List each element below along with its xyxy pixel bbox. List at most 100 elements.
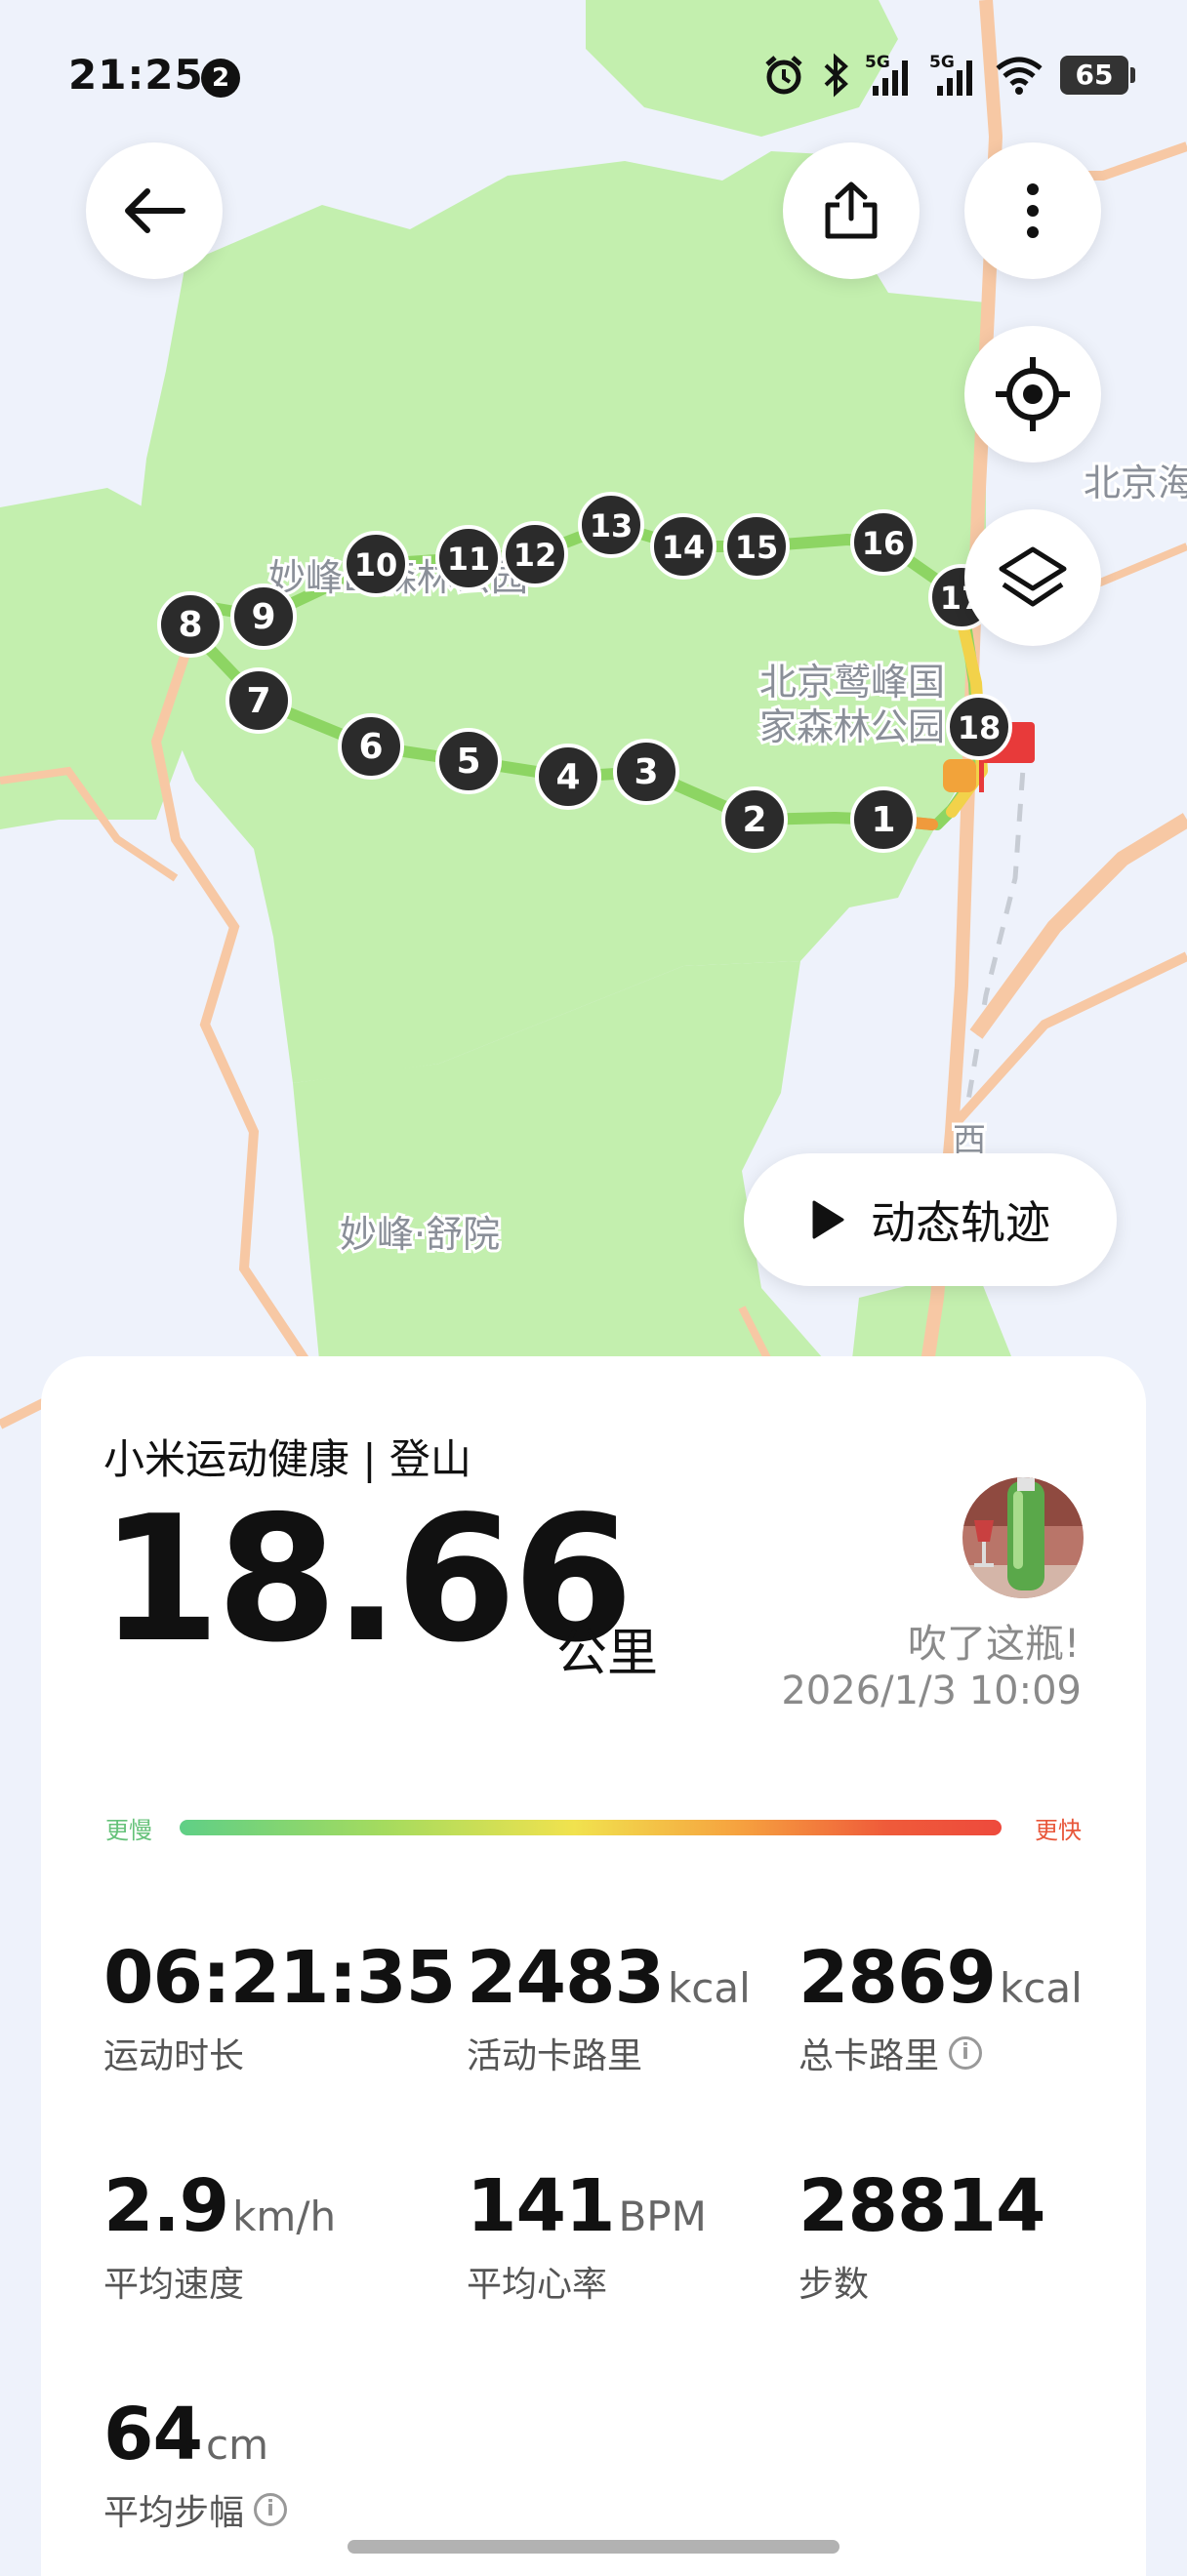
distance-unit: 公里 [556, 1625, 659, 1683]
km-marker-label: 18 [958, 709, 1002, 746]
km-marker-7: 7 [225, 667, 292, 734]
km-marker-label: 1 [871, 800, 895, 840]
map-label-shuyuan: 妙峰·舒院 [340, 1213, 500, 1256]
speed-gradient-bar [180, 1820, 1002, 1835]
signal-5g-icon: 5G [929, 53, 978, 98]
stat-label: 活动卡路里 [467, 2036, 643, 2076]
avatar[interactable] [962, 1477, 1084, 1598]
km-marker-label: 8 [178, 605, 202, 645]
stat-unit: kcal [667, 1964, 751, 2012]
signal-5g-icon: 5G [865, 53, 914, 98]
back-button[interactable] [86, 142, 223, 279]
app-activity-label: 小米运动健康 | 登山 [103, 1435, 471, 1483]
km-marker-label: 5 [456, 742, 480, 782]
locate-icon [996, 357, 1070, 431]
info-icon[interactable]: i [254, 2493, 288, 2526]
km-marker-label: 6 [358, 727, 383, 767]
map-label-park-east-2: 家森林公园 [759, 705, 945, 748]
status-icons: 5G 5G 65 [761, 51, 1135, 100]
locate-button[interactable] [964, 326, 1101, 463]
km-marker-11: 11 [435, 525, 502, 591]
stat-unit: cm [205, 2421, 268, 2469]
share-button[interactable] [783, 142, 920, 279]
speed-slow-label: 更慢 [105, 1817, 152, 1844]
km-marker-label: 16 [862, 525, 906, 562]
info-icon[interactable]: i [949, 2036, 983, 2070]
km-marker-label: 12 [513, 537, 557, 574]
stat-label: 步数 [798, 2265, 870, 2305]
km-marker-label: 10 [354, 546, 398, 584]
notification-badge: 2 [201, 59, 240, 98]
stat-label: 总卡路里 [798, 2036, 940, 2076]
km-marker-16: 16 [850, 509, 917, 576]
km-marker-3: 3 [613, 739, 679, 805]
km-marker-18: 18 [946, 694, 1012, 760]
stat-duration: 06:21:35 运动时长 [103, 1942, 456, 2078]
km-marker-label: 9 [251, 597, 275, 637]
stat-unit: kcal [999, 1964, 1083, 2012]
km-marker-label: 15 [735, 529, 779, 566]
km-marker-10: 10 [343, 531, 409, 597]
stat-label: 平均速度 [103, 2265, 245, 2305]
bluetooth-icon [822, 53, 849, 98]
km-marker-label: 11 [447, 541, 491, 578]
stat-steps: 28814 步数 [798, 2170, 1045, 2307]
km-marker-1: 1 [850, 786, 917, 853]
wifi-icon [994, 53, 1044, 98]
more-icon [1027, 183, 1039, 238]
km-marker-5: 5 [435, 728, 502, 794]
km-marker-label: 4 [555, 757, 580, 797]
stat-value: 06:21:35 [103, 1936, 456, 2020]
km-marker-8: 8 [157, 591, 224, 658]
km-marker-2: 2 [721, 786, 788, 853]
km-marker-label: 2 [742, 800, 766, 840]
stat-value: 28814 [798, 2164, 1045, 2248]
network-type-label: 5G [929, 53, 955, 72]
km-marker-14: 14 [650, 513, 716, 580]
stat-label: 平均心率 [467, 2265, 608, 2305]
km-marker-13: 13 [578, 492, 644, 558]
map-label-park-east-1: 北京鹫峰国 [759, 661, 945, 704]
dynamic-track-button[interactable]: 动态轨迹 [744, 1153, 1117, 1286]
speed-legend: 更慢 更快 [105, 1807, 1082, 1846]
km-marker-label: 14 [662, 529, 706, 566]
workout-note: 吹了这瓶! [907, 1622, 1080, 1667]
stat-value: 2.9 [103, 2164, 229, 2248]
stat-label: 运动时长 [103, 2036, 245, 2076]
km-marker-15: 15 [723, 513, 790, 580]
stat-avg-stride: 64cm 平均步幅 i [103, 2398, 288, 2535]
stat-value: 141 [467, 2164, 615, 2248]
km-marker-6: 6 [338, 713, 404, 780]
layers-button[interactable] [964, 509, 1101, 646]
status-time: 21:25 [68, 51, 204, 99]
km-marker-label: 7 [246, 681, 270, 721]
more-button[interactable] [964, 142, 1101, 279]
stat-value: 2869 [798, 1936, 997, 2020]
share-icon [825, 181, 878, 239]
start-point-marker [943, 759, 976, 792]
stat-active-calories: 2483kcal 活动卡路里 [467, 1942, 751, 2078]
back-icon [125, 188, 185, 233]
workout-datetime: 2026/1/3 10:09 [781, 1669, 1082, 1713]
speed-fast-label: 更快 [1035, 1817, 1082, 1844]
km-marker-12: 12 [502, 521, 568, 587]
alarm-icon [761, 53, 806, 98]
stat-unit: km/h [232, 2193, 337, 2240]
layers-icon [999, 546, 1067, 607]
battery-icon: 65 [1060, 56, 1135, 95]
home-indicator[interactable] [348, 2540, 839, 2554]
stat-avg-speed: 2.9km/h 平均速度 [103, 2170, 336, 2307]
stat-unit: BPM [618, 2193, 707, 2240]
dynamic-track-label: 动态轨迹 [871, 1196, 1050, 1249]
network-type-label: 5G [865, 53, 890, 72]
stat-avg-heart-rate: 141BPM 平均心率 [467, 2170, 707, 2307]
stat-total-calories: 2869kcal 总卡路里 i [798, 1942, 1083, 2078]
stat-label: 平均步幅 [103, 2493, 245, 2533]
workout-summary-card: 小米运动健康 | 登山 18.66 公里 吹了这瓶! 2026/1/3 10:0… [41, 1356, 1146, 2576]
distance-value: 18.66 [100, 1478, 634, 1680]
km-marker-9: 9 [230, 584, 297, 650]
stat-value: 64 [103, 2393, 203, 2476]
km-marker-label: 3 [634, 752, 658, 792]
play-icon [812, 1200, 844, 1239]
km-marker-label: 13 [590, 507, 634, 544]
